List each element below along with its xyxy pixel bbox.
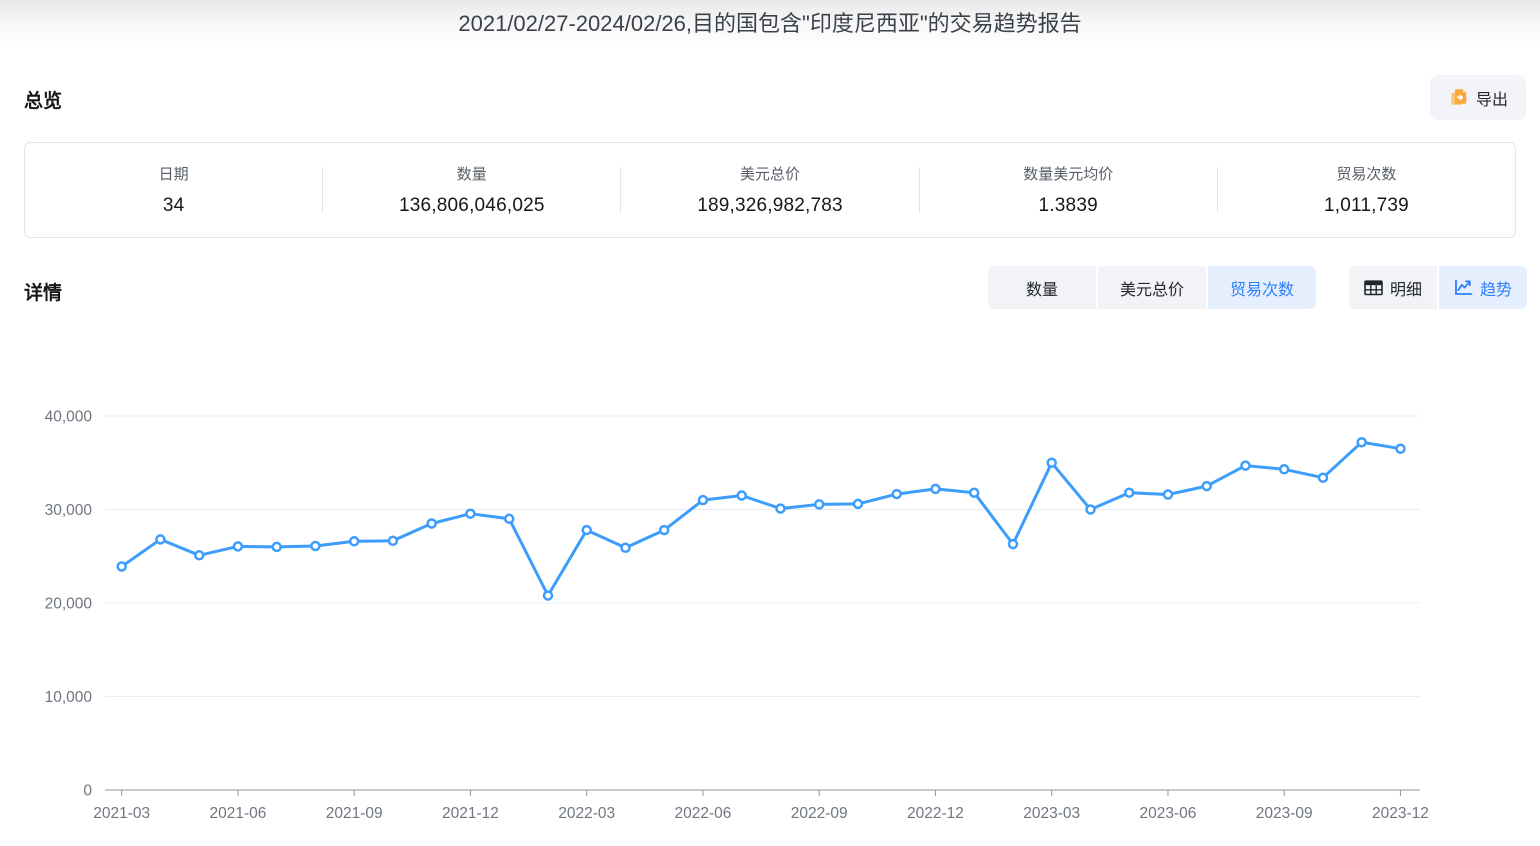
stat-label: 美元总价 <box>621 163 918 184</box>
overview-heading: 总览 <box>24 86 62 113</box>
x-axis-tick-label: 2022-06 <box>675 805 732 822</box>
report-page: 2021/02/27-2024/02/26,目的国包含"印度尼西亚"的交易趋势报… <box>0 0 1540 846</box>
data-point[interactable] <box>699 496 707 504</box>
data-point[interactable] <box>622 544 630 552</box>
stat-value: 1.3839 <box>920 195 1217 217</box>
data-point[interactable] <box>660 526 668 534</box>
x-axis-tick-label: 2022-09 <box>791 805 848 822</box>
tab-usd-total[interactable]: 美元总价 <box>1098 266 1206 309</box>
tab-trend-view[interactable]: 趋势 <box>1439 266 1527 309</box>
data-point[interactable] <box>389 537 397 545</box>
metric-tab-group: 数量 美元总价 贸易次数 <box>988 266 1316 309</box>
data-point[interactable] <box>505 515 513 523</box>
stat-label: 贸易次数 <box>1218 163 1515 184</box>
data-point[interactable] <box>1242 462 1250 470</box>
x-axis-tick-label: 2022-12 <box>907 805 964 822</box>
data-point[interactable] <box>234 542 242 550</box>
data-point[interactable] <box>1203 482 1211 490</box>
table-icon <box>1364 280 1383 296</box>
y-axis-tick-label: 10,000 <box>45 689 93 706</box>
data-point[interactable] <box>970 489 978 497</box>
stat-date: 日期 34 <box>25 163 322 217</box>
x-axis-tick-label: 2023-09 <box>1256 805 1313 822</box>
data-point[interactable] <box>1280 465 1288 473</box>
data-point[interactable] <box>273 543 281 551</box>
stat-trade-count: 贸易次数 1,011,739 <box>1218 163 1515 217</box>
tab-label: 美元总价 <box>1120 276 1184 300</box>
trend-chart-icon <box>1454 279 1473 296</box>
data-point[interactable] <box>738 492 746 500</box>
x-axis-tick-label: 2023-06 <box>1140 805 1197 822</box>
data-point[interactable] <box>815 500 823 508</box>
stat-value: 189,326,982,783 <box>621 195 918 217</box>
data-point[interactable] <box>118 563 126 571</box>
stat-usd-total: 美元总价 189,326,982,783 <box>621 163 918 217</box>
stat-label: 数量 <box>323 163 620 184</box>
tab-label: 贸易次数 <box>1230 276 1294 300</box>
data-point[interactable] <box>350 537 358 545</box>
data-point[interactable] <box>893 490 901 498</box>
data-point[interactable] <box>932 485 940 493</box>
y-axis-tick-label: 40,000 <box>45 409 93 426</box>
data-point[interactable] <box>1397 445 1405 453</box>
stat-value: 1,011,739 <box>1218 195 1515 217</box>
x-axis-tick-label: 2021-09 <box>326 805 383 822</box>
tab-label: 数量 <box>1026 276 1058 300</box>
tab-label: 明细 <box>1390 276 1422 300</box>
x-axis-tick-label: 2023-12 <box>1372 805 1429 822</box>
trend-chart-svg: 0 10,000 20,000 30,000 40,000 2021-03 2021-06 2… <box>0 378 1540 846</box>
data-point[interactable] <box>1164 491 1172 499</box>
data-point[interactable] <box>428 520 436 528</box>
detail-heading: 详情 <box>24 278 62 305</box>
overview-stats-card: 日期 34 数量 136,806,046,025 美元总价 189,326,98… <box>24 142 1516 238</box>
stat-value: 34 <box>25 195 322 217</box>
data-point[interactable] <box>156 535 164 543</box>
export-document-icon <box>1448 87 1469 108</box>
x-axis-tick-label: 2023-03 <box>1023 805 1080 822</box>
data-point[interactable] <box>1009 540 1017 548</box>
data-point[interactable] <box>466 510 474 518</box>
export-button[interactable]: 导出 <box>1430 75 1526 120</box>
data-point[interactable] <box>583 526 591 534</box>
data-point[interactable] <box>777 505 785 513</box>
stat-quantity: 数量 136,806,046,025 <box>323 163 620 217</box>
x-axis-tick-label: 2021-06 <box>210 805 267 822</box>
data-point[interactable] <box>854 500 862 508</box>
stat-label: 数量美元均价 <box>920 163 1217 184</box>
stat-value: 136,806,046,025 <box>323 195 620 217</box>
data-point[interactable] <box>1319 474 1327 482</box>
y-axis-tick-label: 20,000 <box>45 596 93 613</box>
x-axis-tick-label: 2021-12 <box>442 805 499 822</box>
view-tab-group: 明细 趋势 <box>1349 266 1527 309</box>
tab-quantity[interactable]: 数量 <box>988 266 1096 309</box>
export-button-label: 导出 <box>1476 86 1508 110</box>
data-point[interactable] <box>311 542 319 550</box>
y-axis-tick-label: 0 <box>83 783 92 800</box>
page-header: 2021/02/27-2024/02/26,目的国包含"印度尼西亚"的交易趋势报… <box>0 0 1540 52</box>
tab-trade-count[interactable]: 贸易次数 <box>1208 266 1316 309</box>
data-point[interactable] <box>1048 459 1056 467</box>
tab-detail-view[interactable]: 明细 <box>1349 266 1437 309</box>
data-point[interactable] <box>1358 438 1366 446</box>
data-point[interactable] <box>544 592 552 600</box>
x-axis-tick-label: 2021-03 <box>93 805 150 822</box>
tab-label: 趋势 <box>1480 276 1512 300</box>
x-axis-tick-label: 2022-03 <box>558 805 615 822</box>
data-point[interactable] <box>1087 506 1095 514</box>
stat-label: 日期 <box>25 163 322 184</box>
data-point[interactable] <box>195 551 203 559</box>
data-point[interactable] <box>1125 489 1133 497</box>
stat-avg-usd-price: 数量美元均价 1.3839 <box>920 163 1217 217</box>
trend-chart[interactable]: 0 10,000 20,000 30,000 40,000 2021-03 2021-06 2… <box>0 378 1540 846</box>
trend-line <box>122 442 1401 595</box>
y-axis-tick-label: 30,000 <box>45 502 93 519</box>
page-title: 2021/02/27-2024/02/26,目的国包含"印度尼西亚"的交易趋势报… <box>458 6 1081 38</box>
